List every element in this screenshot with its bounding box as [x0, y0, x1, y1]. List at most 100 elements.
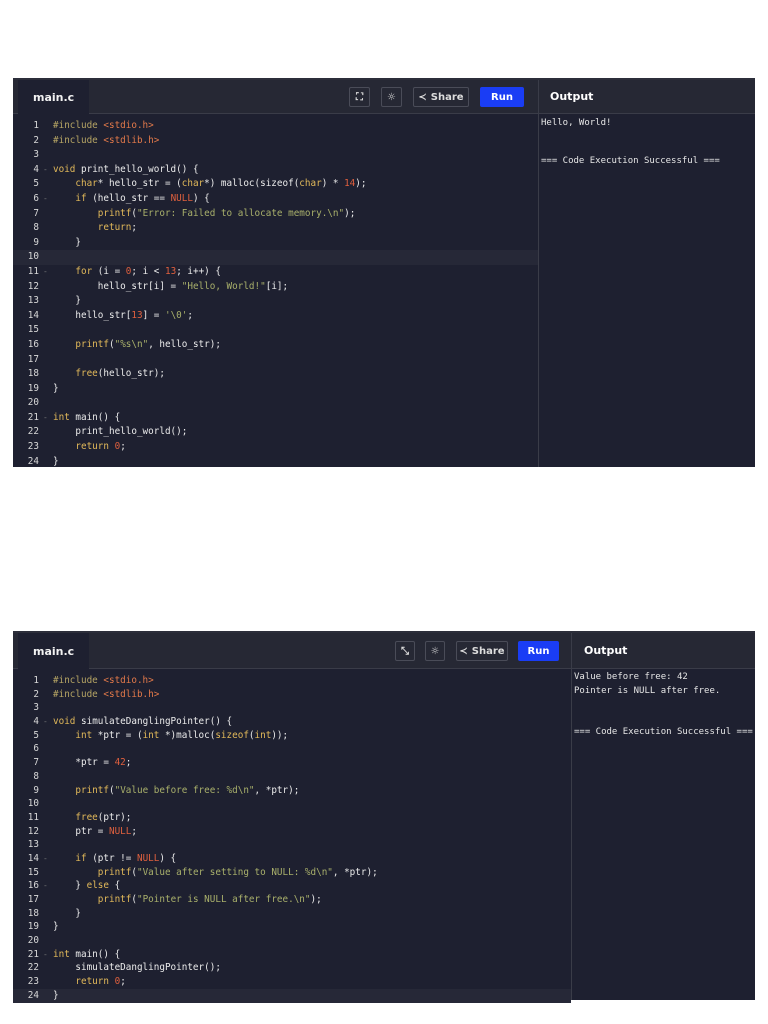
share-button[interactable]: ≺ Share	[413, 87, 469, 107]
fold-toggle-icon[interactable]: -	[43, 948, 53, 962]
code-token: if	[75, 192, 87, 204]
code-line[interactable]: 8 return;	[13, 221, 538, 236]
code-line[interactable]: 2 #include <stdlib.h>	[13, 134, 538, 149]
code-token: int	[254, 729, 272, 741]
code-line[interactable]: 14 hello_str[13] = '\0';	[13, 309, 538, 324]
code-line[interactable]: 22 print_hello_world();	[13, 425, 538, 440]
code-text: }	[53, 907, 571, 921]
code-line[interactable]: 15	[13, 323, 538, 338]
code-token: (ptr !=	[86, 852, 137, 864]
run-button[interactable]: Run	[518, 641, 559, 661]
code-editor[interactable]: 1 #include <stdio.h> 2 #include <stdlib.h> 3…	[13, 670, 571, 1003]
code-line[interactable]: 5 int *ptr = (int *)malloc(sizeof(int));	[13, 729, 571, 743]
code-line[interactable]: 13 }	[13, 294, 538, 309]
theme-toggle-button[interactable]: ☼	[425, 641, 445, 661]
fold-toggle-icon	[43, 825, 53, 839]
code-token: ;	[131, 825, 137, 837]
code-token: simulateDanglingPointer() {	[81, 716, 233, 728]
code-line[interactable]: 24}	[13, 988, 571, 1003]
code-text: printf("Error: Failed to allocate memory…	[53, 207, 538, 222]
code-line[interactable]: 18 }	[13, 907, 571, 921]
code-token: ;	[187, 309, 193, 321]
code-text: char* hello_str = (char*) malloc(sizeof(…	[53, 177, 538, 192]
file-tab[interactable]: main.c	[18, 633, 90, 669]
code-line[interactable]: 23 return 0;	[13, 440, 538, 455]
line-number: 20	[27, 397, 39, 409]
code-line[interactable]: 19}	[13, 382, 538, 397]
code-line[interactable]: 3	[13, 701, 571, 715]
fold-toggle-icon[interactable]: -	[43, 715, 53, 729]
code-line[interactable]: 12 hello_str[i] = "Hello, World!"[i];	[13, 280, 538, 295]
output-line: === Code Execution Successful ===	[574, 726, 753, 737]
file-tab[interactable]: main.c	[18, 80, 90, 114]
code-line[interactable]: 20	[13, 396, 538, 411]
fold-toggle-icon[interactable]: -	[43, 265, 53, 280]
code-token: "Value before free: %d\n"	[114, 784, 255, 796]
code-line[interactable]: 20	[13, 934, 571, 948]
code-line[interactable]: 10	[13, 797, 571, 811]
code-line[interactable]: 4- void print_hello_world() {	[13, 163, 538, 178]
code-line[interactable]: 17	[13, 353, 538, 368]
code-line[interactable]: 1 #include <stdio.h>	[13, 674, 571, 688]
code-line[interactable]: 9 }	[13, 236, 538, 251]
code-line[interactable]: 14- if (ptr != NULL) {	[13, 852, 571, 866]
expand-icon: ⛶	[356, 91, 363, 103]
share-button[interactable]: ≺ Share	[456, 641, 508, 661]
fold-toggle-icon	[43, 838, 53, 852]
code-line[interactable]: 6	[13, 742, 571, 756]
code-token: main() {	[75, 411, 121, 423]
code-line[interactable]: 12 ptr = NULL;	[13, 825, 571, 839]
code-line[interactable]: 24}	[13, 455, 538, 470]
fold-toggle-icon[interactable]: -	[43, 192, 53, 207]
fold-toggle-icon	[43, 893, 53, 907]
code-token: <stdlib.h>	[103, 134, 160, 146]
code-token: ));	[271, 729, 289, 741]
code-line[interactable]: 22 simulateDanglingPointer();	[13, 961, 571, 975]
code-text: return 0;	[53, 975, 571, 989]
fold-toggle-icon[interactable]: -	[43, 163, 53, 178]
fold-toggle-icon	[43, 134, 53, 149]
fold-toggle-icon	[43, 701, 53, 715]
code-line[interactable]: 21- int main() {	[13, 948, 571, 962]
fold-toggle-icon[interactable]: -	[43, 852, 53, 866]
line-number: 20	[27, 935, 39, 947]
code-line[interactable]: 11 free(ptr);	[13, 811, 571, 825]
code-line[interactable]: 2 #include <stdlib.h>	[13, 688, 571, 702]
code-line[interactable]: 1 #include <stdio.h>	[13, 119, 538, 134]
fold-toggle-icon[interactable]: -	[43, 879, 53, 893]
run-button[interactable]: Run	[480, 87, 524, 107]
fold-toggle-icon	[43, 440, 53, 455]
fullscreen-button[interactable]: ⛶	[349, 87, 370, 107]
code-line[interactable]: 19}	[13, 920, 571, 934]
code-line[interactable]: 9 printf("Value before free: %d\n", *ptr…	[13, 784, 571, 798]
code-line[interactable]: 16- } else {	[13, 879, 571, 893]
toolbar: main.c ⛶ ☼ ≺ Share Run Output	[13, 80, 755, 114]
code-line[interactable]: 15 printf("Value after setting to NULL: …	[13, 866, 571, 880]
code-line[interactable]: 4- void simulateDanglingPointer() {	[13, 715, 571, 729]
fold-toggle-icon	[43, 294, 53, 309]
code-line[interactable]: 6- if (hello_str == NULL) {	[13, 192, 538, 207]
fold-toggle-icon[interactable]: -	[43, 411, 53, 426]
code-line[interactable]: 13	[13, 838, 571, 852]
code-line[interactable]: 18 free(hello_str);	[13, 367, 538, 382]
code-line[interactable]: 23 return 0;	[13, 975, 571, 989]
code-line[interactable]: 7 *ptr = 42;	[13, 756, 571, 770]
code-line[interactable]: 7 printf("Error: Failed to allocate memo…	[13, 207, 538, 222]
code-token: print_hello_world();	[53, 426, 188, 438]
code-line[interactable]: 16 printf("%s\n", hello_str);	[13, 338, 538, 353]
exit-fullscreen-button[interactable]: ⤡	[395, 641, 415, 661]
code-line[interactable]: 17 printf("Pointer is NULL after free.\n…	[13, 893, 571, 907]
code-line[interactable]: 8	[13, 770, 571, 784]
code-line[interactable]: 5 char* hello_str = (char*) malloc(sizeo…	[13, 177, 538, 192]
code-line[interactable]: 11- for (i = 0; i < 13; i++) {	[13, 265, 538, 280]
code-editor[interactable]: 1 #include <stdio.h> 2 #include <stdlib.h> 3…	[13, 115, 538, 467]
theme-toggle-button[interactable]: ☼	[381, 87, 402, 107]
code-line[interactable]: 21- int main() {	[13, 411, 538, 426]
code-line[interactable]: 3	[13, 148, 538, 163]
code-line[interactable]: 10	[13, 250, 538, 265]
